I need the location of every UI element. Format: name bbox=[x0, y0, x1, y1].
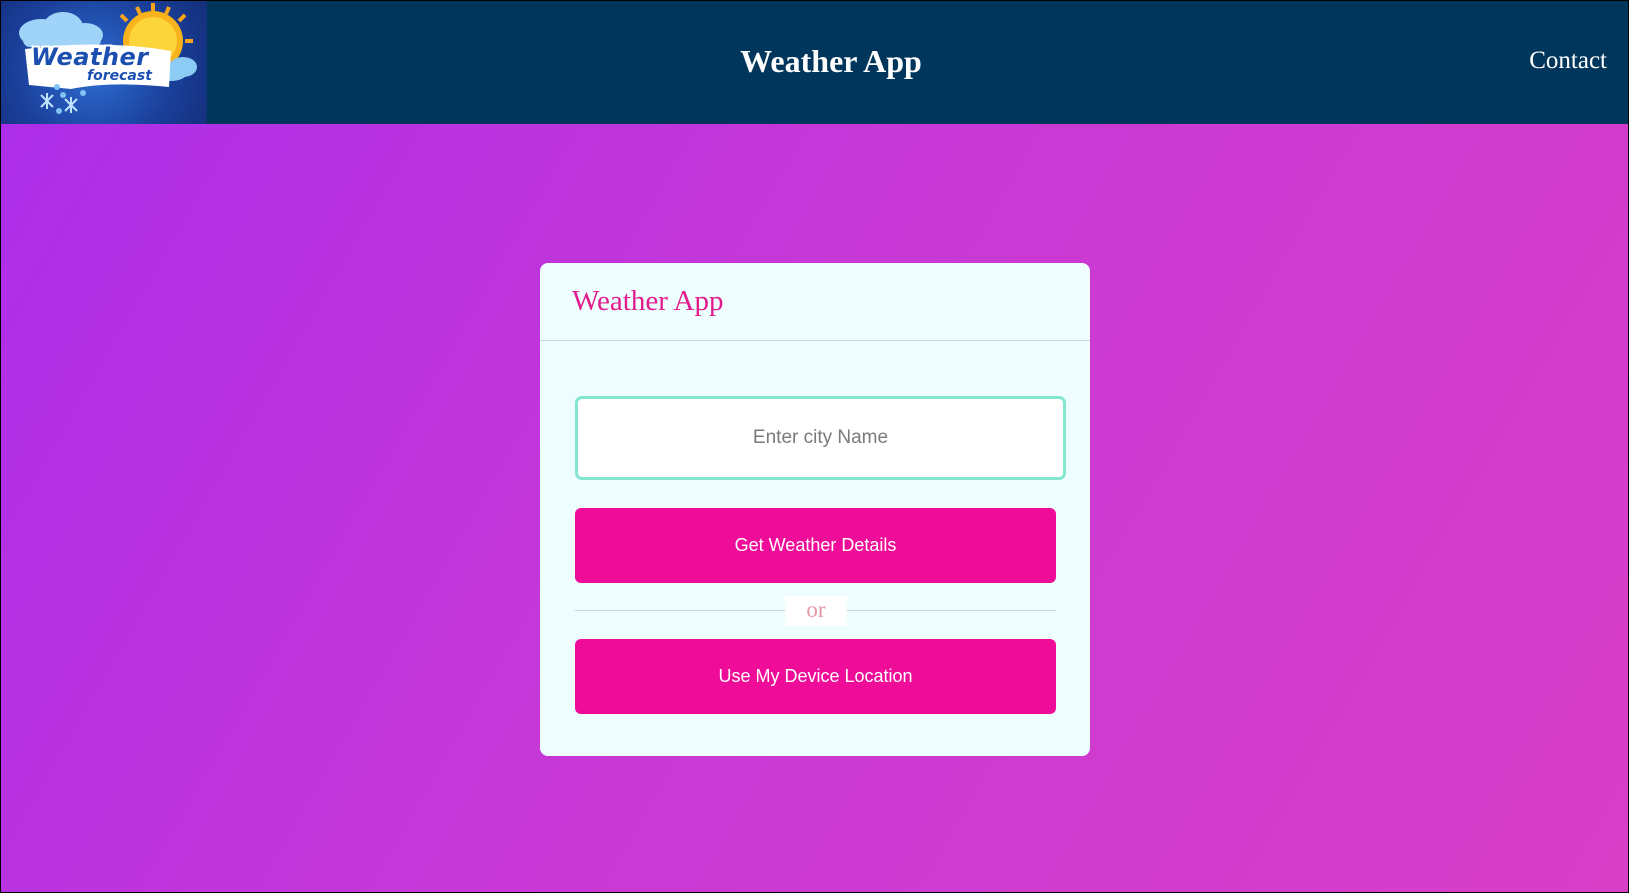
city-search-input[interactable] bbox=[575, 396, 1066, 480]
card-header: Weather App bbox=[540, 263, 1090, 341]
get-weather-button[interactable]: Get Weather Details bbox=[575, 508, 1056, 583]
or-separator: or bbox=[785, 596, 847, 626]
page-title: Weather App bbox=[740, 43, 922, 79]
use-device-location-button[interactable]: Use My Device Location bbox=[575, 639, 1056, 714]
main-background: Weather App Get Weather Details or Use M… bbox=[1, 124, 1628, 892]
contact-link[interactable]: Contact bbox=[1529, 47, 1607, 75]
cloud-icon bbox=[19, 12, 103, 47]
weather-card: Weather App Get Weather Details or Use M… bbox=[540, 263, 1090, 756]
top-navbar: Weather forecast Weather App Contact bbox=[1, 1, 1628, 124]
card-title: Weather App bbox=[572, 285, 724, 317]
app-window: Weather forecast Weather App Contact Wea… bbox=[1, 1, 1628, 892]
